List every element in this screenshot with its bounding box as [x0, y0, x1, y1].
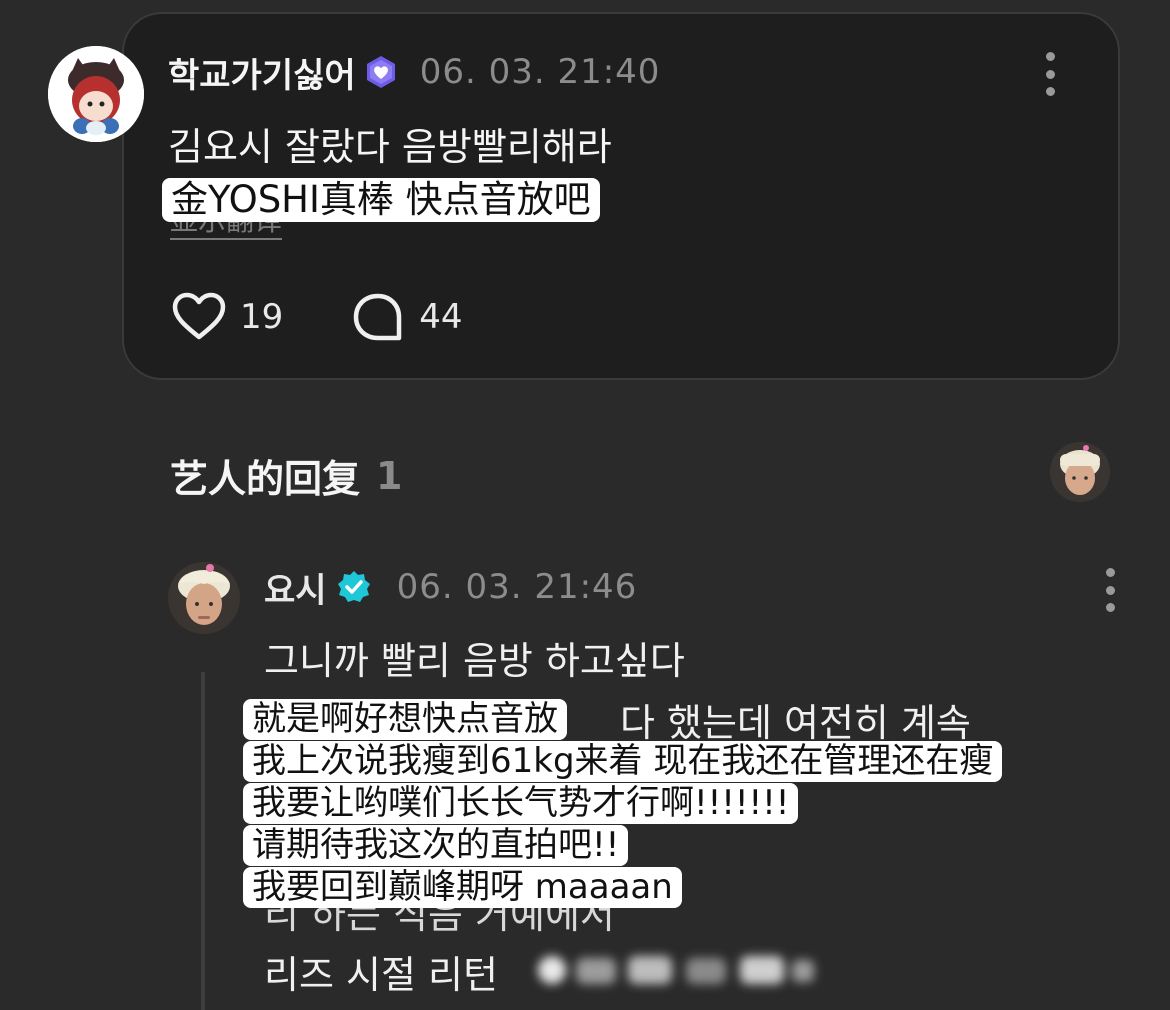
artist-avatar[interactable] [1050, 442, 1110, 502]
post-actions: 19 44 [172, 292, 463, 342]
reply-text-line: 그니까 빨리 음방 하고싶다 [264, 639, 685, 683]
post-more-options-icon[interactable] [1042, 52, 1058, 96]
like-count: 19 [240, 297, 284, 337]
reply-text-line: 다 했는데 여전히 계속 [620, 701, 971, 745]
post-text: 김요시 잘랐다 음방빨리해라 [168, 125, 612, 169]
reply-text-line: 리즈 시절 리턴 [264, 953, 498, 997]
comment-thread-page: 학교가기싫어 06. 03. 21:40 김요시 잘랐다 음방빨리해라 显示翻译… [0, 0, 1170, 1010]
artist-reply-title: 艺人的回复 [170, 457, 361, 501]
purple-heart-badge-icon [366, 56, 395, 88]
cyan-verified-check-icon [337, 571, 370, 602]
post-header: 학교가기싫어 06. 03. 21:40 [168, 48, 661, 97]
reply-user-avatar[interactable] [168, 562, 240, 634]
reply-translation-overlay: 我要回到巅峰期呀 maaaan [243, 867, 682, 908]
thread-line [201, 672, 205, 1010]
reply-translation-overlay: 就是啊好想快点音放 [243, 699, 567, 740]
user-avatar[interactable] [48, 46, 144, 142]
artist-reply-header: 艺人的回复 1 [170, 448, 402, 503]
like-button[interactable]: 19 [172, 292, 283, 342]
post-timestamp: 06. 03. 21:40 [419, 52, 661, 92]
reply-translation-overlay: 我要让哟噗们长长气势才行啊!!!!!!! [243, 783, 799, 824]
post-translation-overlay: 金YOSHI真棒 快点音放吧 [162, 178, 600, 222]
reply-header: 요시 06. 03. 21:46 [264, 566, 638, 611]
heart-icon [172, 292, 226, 340]
blurred-emoji-area [536, 948, 816, 990]
speech-bubble-icon [354, 293, 402, 341]
reply-translation-overlay: 我上次说我瘦到61kg来着 现在我还在管理还在瘦 [243, 741, 1003, 782]
comment-count: 44 [419, 297, 463, 337]
reply-timestamp: 06. 03. 21:46 [396, 567, 638, 607]
reply-username[interactable]: 요시 [264, 563, 327, 612]
artist-reply-count: 1 [376, 453, 403, 498]
reply-more-options-icon[interactable] [1102, 568, 1118, 612]
comment-button[interactable]: 44 [351, 292, 463, 342]
post-username[interactable]: 학교가기싫어 [168, 48, 356, 97]
reply-translation-overlay: 请期待我这次的直拍吧!! [243, 825, 629, 866]
